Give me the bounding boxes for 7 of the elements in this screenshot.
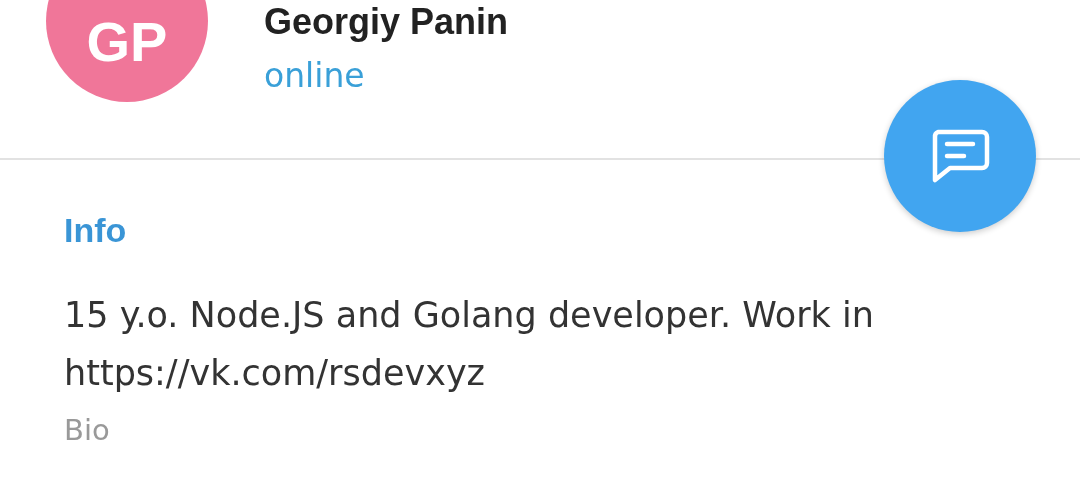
bio-text: 15 y.o. Node.JS and Golang developer. Work in https://vk.com/rsdevxyz [64,294,875,395]
online-status: online [264,56,366,96]
chat-bubble-icon [930,128,990,184]
bio-label: Bio [64,412,111,449]
section-title: Info [64,210,128,250]
avatar: GP [46,0,208,102]
contact-name: Georgiy Panin [264,2,509,42]
